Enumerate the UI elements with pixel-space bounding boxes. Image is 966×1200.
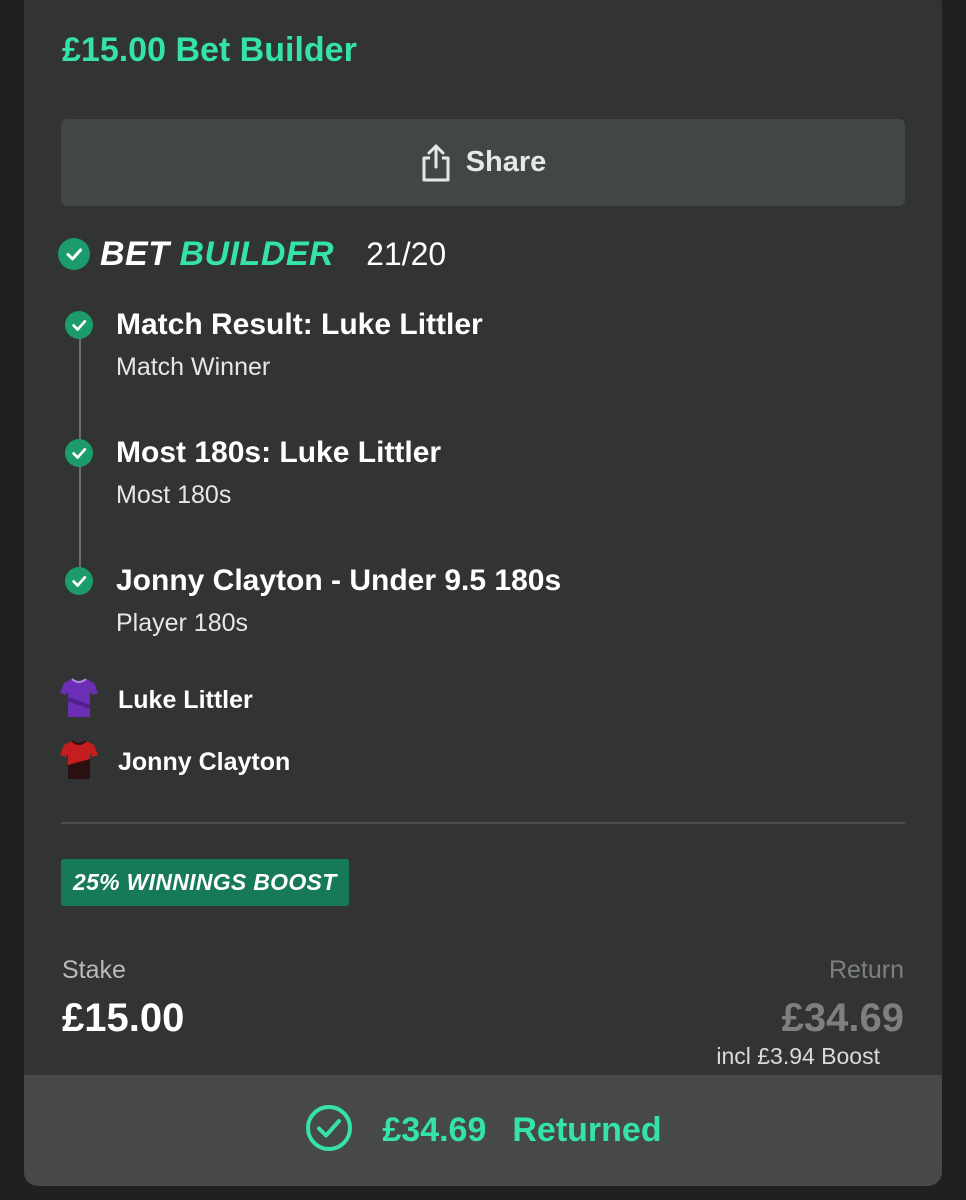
return-label: Return	[828, 956, 904, 984]
player-row: Luke Littler	[60, 677, 253, 724]
leg-selection: Match Result: Luke Littler	[116, 308, 483, 341]
winnings-boost-badge: 25% WINNINGS BOOST	[61, 859, 349, 906]
leg-selection: Most 180s: Luke Littler	[116, 436, 442, 469]
player-name: Jonny Clayton	[118, 748, 291, 776]
returned-amount: £34.69	[382, 1111, 487, 1149]
red-shirt-icon	[60, 739, 98, 786]
leg-selection: Jonny Clayton - Under 9.5 180s	[116, 564, 562, 597]
bet-card: £15.00 Bet Builder Share BET BUILDER 21/…	[24, 0, 942, 1186]
share-button[interactable]: Share	[61, 119, 905, 206]
leg-market: Match Winner	[116, 353, 271, 381]
stake-value: £15.00	[62, 996, 185, 1040]
bet-builder-header: BET BUILDER 21/20	[58, 234, 446, 274]
check-circle-icon	[304, 1103, 354, 1158]
returned-label: Returned	[512, 1111, 662, 1149]
purple-shirt-icon	[60, 677, 98, 724]
stake-label: Stake	[62, 956, 126, 984]
leg-market: Most 180s	[116, 481, 232, 509]
share-label: Share	[465, 146, 547, 178]
boost-note: incl £3.94 Boost	[716, 1043, 880, 1069]
player-row: Jonny Clayton	[60, 739, 290, 786]
check-icon	[65, 439, 93, 467]
divider	[61, 822, 905, 824]
leg-market: Player 180s	[116, 609, 249, 637]
bet-builder-logo-builder: BUILDER	[179, 234, 335, 273]
check-icon	[65, 311, 93, 339]
player-name: Luke Littler	[118, 686, 253, 714]
bet-title: £15.00 Bet Builder	[62, 31, 357, 69]
check-icon	[58, 238, 90, 270]
returned-status-bar: £34.69 Returned	[24, 1075, 942, 1186]
bet-odds: 21/20	[366, 235, 447, 272]
return-value: £34.69	[781, 996, 904, 1040]
share-icon	[420, 143, 452, 183]
bet-builder-logo-bet: BET	[100, 234, 170, 273]
check-icon	[65, 567, 93, 595]
